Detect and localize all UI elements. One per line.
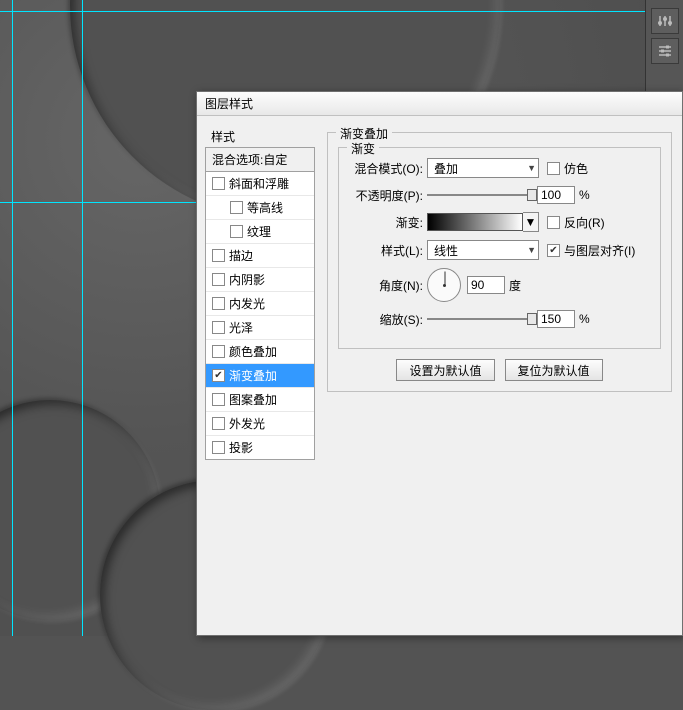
adjustments-icon [657, 13, 673, 29]
checkbox-icon[interactable] [230, 225, 243, 238]
percent-unit: % [579, 312, 590, 326]
checkbox-icon[interactable] [212, 345, 225, 358]
chevron-down-icon: ▼ [525, 215, 537, 229]
dither-checkbox[interactable]: 仿色 [547, 160, 588, 177]
gradient-dropdown-button[interactable]: ▼ [523, 212, 539, 232]
reverse-checkbox[interactable]: 反向(R) [547, 214, 605, 231]
guide-horizontal[interactable] [0, 11, 683, 12]
style-item-bevel[interactable]: 斜面和浮雕 [206, 172, 314, 196]
checkbox-icon[interactable] [212, 297, 225, 310]
gradient-group-label: 渐变 [347, 140, 379, 157]
align-checkbox[interactable]: 与图层对齐(I) [547, 242, 635, 259]
scale-label: 缩放(S): [349, 311, 427, 328]
dialog-titlebar[interactable]: 图层样式 [197, 92, 682, 116]
blend-options-header[interactable]: 混合选项:自定 [206, 147, 314, 172]
chevron-down-icon: ▼ [527, 245, 536, 255]
opacity-input[interactable] [537, 186, 575, 204]
blend-mode-label: 混合模式(O): [349, 160, 427, 177]
sliders-icon [657, 43, 673, 59]
style-item-inner-glow[interactable]: 内发光 [206, 292, 314, 316]
panel-button-adjustments[interactable] [651, 8, 679, 34]
percent-unit: % [579, 188, 590, 202]
checkbox-icon[interactable] [212, 417, 225, 430]
style-item-pattern-overlay[interactable]: 图案叠加 [206, 388, 314, 412]
scale-slider[interactable] [427, 311, 537, 327]
dialog-title: 图层样式 [205, 95, 253, 112]
checkbox-icon[interactable] [212, 369, 225, 382]
checkbox-icon [547, 216, 560, 229]
guide-vertical[interactable] [12, 0, 13, 636]
checkbox-icon[interactable] [212, 249, 225, 262]
gradient-fieldset: 渐变 混合模式(O): 叠加 ▼ 仿色 不透明度(P): % [338, 147, 661, 349]
style-item-stroke[interactable]: 描边 [206, 244, 314, 268]
style-item-contour[interactable]: 等高线 [206, 196, 314, 220]
checkbox-icon[interactable] [230, 201, 243, 214]
opacity-label: 不透明度(P): [349, 187, 427, 204]
style-item-color-overlay[interactable]: 颜色叠加 [206, 340, 314, 364]
gradient-overlay-fieldset: 渐变叠加 渐变 混合模式(O): 叠加 ▼ 仿色 不透明度(P): [327, 132, 672, 392]
opacity-slider[interactable] [427, 187, 537, 203]
layer-style-dialog: 图层样式 样式 混合选项:自定 斜面和浮雕 等高线 纹理 描边 内阴影 内发光 … [196, 91, 683, 636]
settings-panel: 渐变叠加 渐变 混合模式(O): 叠加 ▼ 仿色 不透明度(P): [315, 126, 672, 625]
blend-mode-select[interactable]: 叠加 ▼ [427, 158, 539, 178]
checkbox-icon[interactable] [212, 177, 225, 190]
guide-vertical[interactable] [82, 0, 83, 636]
style-list-panel: 样式 混合选项:自定 斜面和浮雕 等高线 纹理 描边 内阴影 内发光 光泽 颜色… [205, 126, 315, 625]
set-default-button[interactable]: 设置为默认值 [396, 359, 494, 381]
checkbox-icon[interactable] [212, 393, 225, 406]
style-item-texture[interactable]: 纹理 [206, 220, 314, 244]
panel-button-settings[interactable] [651, 38, 679, 64]
reset-default-button[interactable]: 复位为默认值 [505, 359, 603, 381]
style-label: 样式(L): [349, 242, 427, 259]
angle-label: 角度(N): [349, 277, 427, 294]
checkbox-icon[interactable] [212, 273, 225, 286]
style-item-drop-shadow[interactable]: 投影 [206, 436, 314, 459]
style-item-outer-glow[interactable]: 外发光 [206, 412, 314, 436]
gradient-swatch[interactable] [427, 213, 523, 231]
checkbox-icon[interactable] [212, 321, 225, 334]
style-item-satin[interactable]: 光泽 [206, 316, 314, 340]
checkbox-icon[interactable] [212, 441, 225, 454]
angle-wheel[interactable] [427, 268, 461, 302]
scale-input[interactable] [537, 310, 575, 328]
checkbox-icon [547, 244, 560, 257]
chevron-down-icon: ▼ [527, 163, 536, 173]
style-item-gradient-overlay[interactable]: 渐变叠加 [206, 364, 314, 388]
checkbox-icon [547, 162, 560, 175]
degree-unit: 度 [509, 277, 521, 294]
styles-header: 样式 [205, 126, 315, 147]
gradient-style-select[interactable]: 线性 ▼ [427, 240, 539, 260]
angle-input[interactable] [467, 276, 505, 294]
gradient-label: 渐变: [349, 214, 427, 231]
style-item-inner-shadow[interactable]: 内阴影 [206, 268, 314, 292]
